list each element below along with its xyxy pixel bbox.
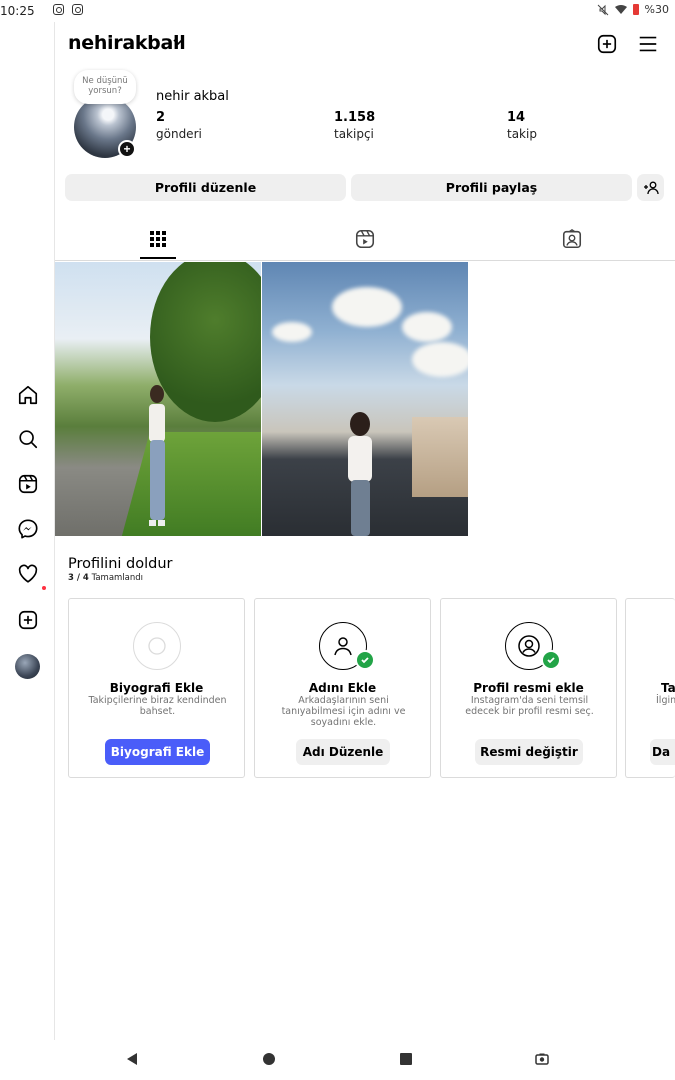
heart-icon[interactable] [16, 562, 46, 590]
tagged-tab-icon[interactable] [561, 228, 583, 250]
find-people-card: Tal İlgin a Da [625, 598, 675, 778]
add-person-icon [643, 181, 659, 194]
grid-tab-icon[interactable] [147, 228, 169, 250]
reels-tab-icon[interactable] [354, 228, 376, 250]
bio-circle [133, 622, 181, 670]
username-switcher[interactable]: nehirakball [68, 32, 186, 54]
post-thumbnail[interactable] [55, 262, 261, 536]
post-image-person [348, 412, 372, 536]
following-count[interactable]: 14 takip [507, 110, 537, 141]
change-photo-button[interactable]: Resmi değiştir [475, 739, 583, 765]
mute-icon [597, 4, 608, 15]
menu-icon[interactable] [637, 33, 659, 55]
name-circle [319, 622, 375, 670]
display-name: nehir akbal [156, 89, 229, 104]
chevron-down-icon[interactable] [172, 36, 184, 48]
reels-icon[interactable] [16, 472, 40, 496]
add-story-icon[interactable]: + [118, 140, 136, 158]
battery-icon [632, 4, 639, 15]
messenger-icon[interactable] [16, 517, 40, 541]
home-button-icon[interactable] [262, 1052, 276, 1066]
screenshot-icon[interactable] [535, 1052, 549, 1066]
status-bar: 10:25 %30 [0, 0, 675, 22]
tab-divider [55, 260, 675, 261]
create-icon[interactable] [596, 33, 618, 55]
complete-profile-title: Profilini doldur [68, 556, 173, 572]
posts-count[interactable]: 2 gönderi [156, 110, 202, 141]
recents-icon[interactable] [399, 1052, 413, 1066]
post-image-person [149, 385, 165, 526]
android-nav-bar [0, 1040, 675, 1080]
create-post-icon[interactable] [16, 608, 40, 632]
edit-name-button[interactable]: Adı Düzenle [296, 739, 390, 765]
speech-bubble-icon [148, 637, 166, 655]
notification-dot [42, 586, 46, 590]
complete-profile-progress: 3 / 4 Tamamlandı [68, 573, 144, 583]
profile-avatar-icon[interactable] [15, 654, 40, 679]
followers-count[interactable]: 1.158 takipçi [334, 110, 375, 141]
add-name-card: Adını Ekle Arkadaşlarının seni tanıyabil… [254, 598, 431, 778]
check-icon [541, 650, 561, 670]
battery-level: %30 [644, 3, 669, 16]
profile-photo-icon [518, 635, 540, 657]
add-bio-card: Biyografi Ekle Takipçilerine biraz kendi… [68, 598, 245, 778]
back-icon[interactable] [125, 1052, 139, 1066]
wifi-icon [614, 4, 627, 14]
left-nav-rail [0, 22, 55, 1040]
discover-people-button[interactable] [637, 174, 664, 201]
check-icon [355, 650, 375, 670]
note-bubble[interactable]: Ne düşünü yorsun? [74, 70, 136, 104]
instagram-notification-icon [72, 4, 83, 15]
active-tab-indicator [140, 257, 176, 259]
search-icon[interactable] [16, 427, 40, 451]
add-bio-button[interactable]: Biyografi Ekle [105, 739, 210, 765]
post-image-building [412, 417, 468, 497]
post-thumbnail[interactable] [262, 262, 468, 536]
photo-circle [505, 622, 561, 670]
status-time: 10:25 [0, 4, 35, 18]
post-image-grass [120, 432, 261, 536]
edit-profile-button[interactable]: Profili düzenle [65, 174, 346, 201]
add-profile-photo-card: Profil resmi ekle Instagram'da seni tems… [440, 598, 617, 778]
instagram-notification-icon [53, 4, 64, 15]
person-icon [334, 637, 352, 656]
find-people-button[interactable]: Da [650, 739, 675, 765]
home-icon[interactable] [16, 383, 40, 407]
share-profile-button[interactable]: Profili paylaş [351, 174, 632, 201]
